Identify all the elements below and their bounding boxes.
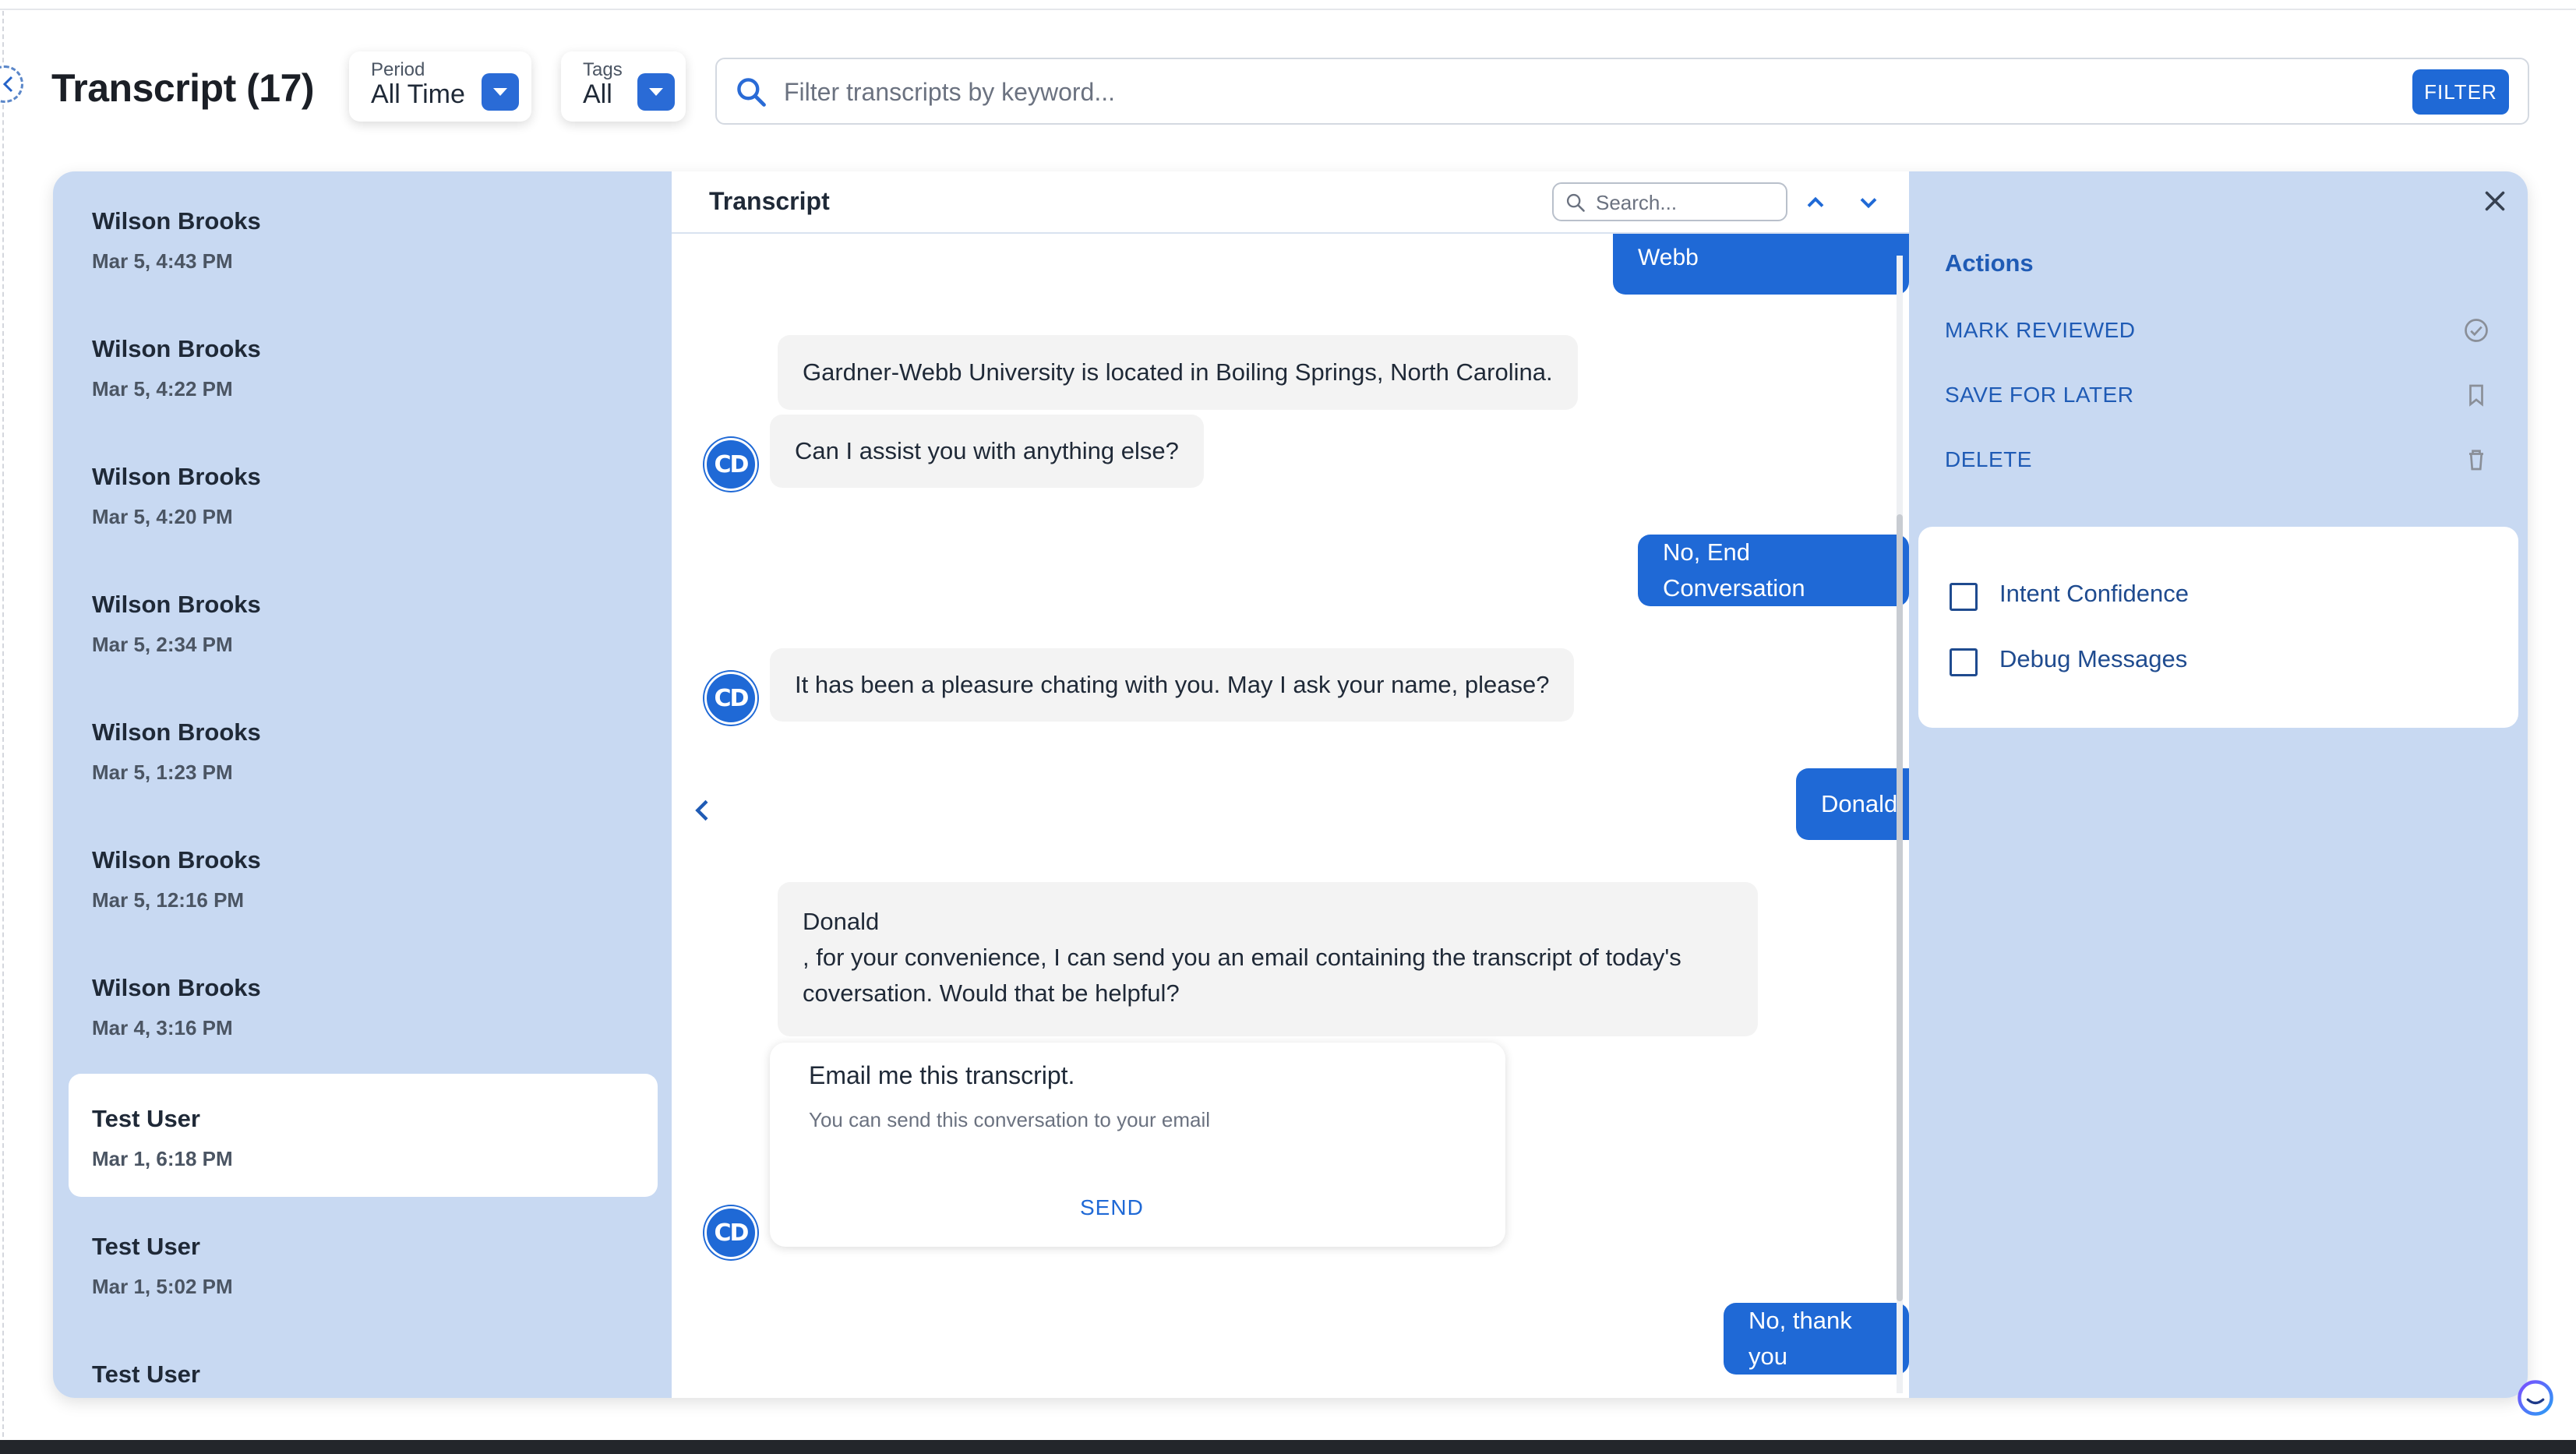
actions-title: Actions — [1945, 249, 2034, 277]
transcript-viewer-header: Transcript — [672, 171, 1909, 234]
keyword-filter-bar: FILTER — [715, 58, 2529, 125]
chevron-left-icon — [2, 76, 13, 93]
bookmark-icon — [2469, 384, 2483, 407]
transcript-date: Mar 1, 5:02 PM — [92, 1275, 233, 1298]
chevron-down-icon[interactable] — [1854, 189, 1883, 217]
delete-action[interactable]: DELETE — [1945, 441, 2490, 480]
user-message: Donald — [1796, 768, 1923, 840]
keyword-filter-input[interactable] — [784, 72, 2327, 112]
transcript-list-item[interactable]: Wilson Brooks Mar 5, 4:22 PM — [69, 304, 658, 427]
debug-messages-checkbox[interactable] — [1950, 648, 1978, 676]
bot-message-line: Donald — [803, 908, 880, 935]
intent-confidence-option[interactable]: Intent Confidence — [1950, 577, 2417, 616]
debug-messages-option[interactable]: Debug Messages — [1950, 642, 2417, 681]
page-title: Transcript (17) — [51, 66, 315, 110]
transcript-user-name: Test User — [92, 1360, 200, 1388]
intent-confidence-checkbox[interactable] — [1950, 583, 1978, 611]
search-icon — [1566, 193, 1585, 212]
transcript-date: Mar 1, 6:18 PM — [92, 1147, 233, 1170]
period-value: All Time — [371, 79, 465, 109]
transcript-date: Mar 5, 4:20 PM — [92, 505, 233, 528]
transcript-date: Mar 5, 4:22 PM — [92, 377, 233, 401]
debug-messages-label: Debug Messages — [1999, 645, 2188, 672]
transcript-list-item[interactable]: Wilson Brooks Mar 5, 4:20 PM — [69, 432, 658, 555]
email-card-title: Email me this transcript. — [809, 1061, 1075, 1089]
debug-options-card: Intent Confidence Debug Messages — [1918, 527, 2518, 728]
filter-button[interactable]: FILTER — [2412, 69, 2509, 115]
transcript-date: Mar 5, 2:34 PM — [92, 633, 233, 656]
transcript-list-item[interactable]: Wilson Brooks Mar 5, 1:23 PM — [69, 687, 658, 810]
bot-message-multiline: Donald , for your convenience, I can sen… — [778, 882, 1758, 1036]
transcript-user-name: Wilson Brooks — [92, 974, 261, 1001]
intent-confidence-label: Intent Confidence — [1999, 580, 2190, 607]
email-transcript-card: Email me this transcript. You can send t… — [770, 1043, 1505, 1247]
bot-message: Can I assist you with anything else? — [770, 415, 1204, 488]
user-message: No, thank you — [1724, 1303, 1909, 1375]
transcript-list-item-selected[interactable]: Test User Mar 1, 6:18 PM — [69, 1074, 658, 1197]
tags-dropdown[interactable]: Tags All — [561, 51, 686, 122]
bot-avatar: CD — [704, 672, 757, 725]
period-dropdown[interactable]: Period All Time — [349, 51, 531, 122]
bot-message: Gardner-Webb University is located in Bo… — [778, 335, 1578, 410]
transcript-viewer-title: Transcript — [709, 187, 830, 215]
delete-label: DELETE — [1945, 447, 2032, 471]
tags-value: All — [583, 79, 612, 109]
chat-assistant-icon[interactable] — [2515, 1378, 2556, 1418]
bot-avatar: CD — [704, 1206, 757, 1259]
check-circle-icon — [2465, 319, 2488, 342]
transcript-date: Mar 4, 3:16 PM — [92, 1016, 233, 1039]
transcript-search-box — [1552, 182, 1787, 221]
chevron-up-icon[interactable] — [1801, 189, 1830, 217]
trash-icon — [2469, 450, 2483, 471]
bottom-bar — [0, 1440, 2576, 1454]
transcript-list-item[interactable]: Test User — [69, 1329, 658, 1398]
transcript-viewer: Where is Gardner-Webb Gardner-Webb Unive… — [672, 171, 1923, 1398]
close-icon[interactable] — [2481, 187, 2509, 215]
expand-nav-handle[interactable] — [0, 65, 23, 103]
user-message: No, End Conversation — [1638, 535, 1909, 606]
email-card-subtitle: You can send this conversation to your e… — [809, 1108, 1211, 1131]
mark-reviewed-label: MARK REVIEWED — [1945, 318, 2136, 342]
transcript-user-name: Wilson Brooks — [92, 335, 261, 362]
chevron-left-icon[interactable] — [687, 795, 718, 826]
transcript-date: Mar 5, 12:16 PM — [92, 888, 245, 912]
chat-scrollbar-thumb[interactable] — [1897, 514, 1903, 1301]
transcript-list-item[interactable]: Wilson Brooks Mar 5, 2:34 PM — [69, 559, 658, 683]
save-for-later-label: SAVE FOR LATER — [1945, 383, 2134, 407]
tags-label: Tags — [583, 59, 623, 80]
transcript-user-name: Test User — [92, 1233, 200, 1260]
transcript-search-input[interactable] — [1596, 190, 1775, 215]
transcript-list-item[interactable]: Wilson Brooks Mar 5, 4:43 PM — [69, 176, 658, 299]
bot-message-line: , for your convenience, I can send you a… — [803, 944, 1681, 971]
mark-reviewed-action[interactable]: MARK REVIEWED — [1945, 312, 2490, 351]
period-label: Period — [371, 59, 425, 80]
transcript-user-name: Wilson Brooks — [92, 463, 261, 490]
send-email-button[interactable]: SEND — [1080, 1195, 1144, 1220]
transcript-date: Mar 5, 1:23 PM — [92, 761, 233, 784]
transcript-user-name: Wilson Brooks — [92, 718, 261, 746]
save-for-later-action[interactable]: SAVE FOR LATER — [1945, 376, 2490, 415]
bot-avatar: CD — [704, 438, 757, 491]
transcript-list: Wilson Brooks Mar 5, 4:43 PM Wilson Broo… — [53, 171, 672, 1398]
caret-down-icon[interactable] — [637, 73, 675, 111]
transcript-user-name: Wilson Brooks — [92, 207, 261, 235]
transcript-user-name: Wilson Brooks — [92, 591, 261, 618]
transcript-date: Mar 5, 4:43 PM — [92, 249, 233, 273]
left-edge-guide — [2, 11, 4, 1437]
top-divider — [0, 9, 2576, 10]
transcript-list-item[interactable]: Wilson Brooks Mar 4, 3:16 PM — [69, 943, 658, 1066]
transcript-list-item[interactable]: Wilson Brooks Mar 5, 12:16 PM — [69, 815, 658, 938]
bot-message: It has been a pleasure chating with you.… — [770, 648, 1575, 722]
transcript-user-name: Wilson Brooks — [92, 846, 261, 873]
actions-panel: Actions MARK REVIEWED SAVE FOR LATER DEL… — [1909, 171, 2528, 1398]
bot-message-line: coversation. Would that be helpful? — [803, 979, 1180, 1007]
transcript-user-name: Test User — [92, 1105, 200, 1132]
transcript-list-item[interactable]: Test User Mar 1, 5:02 PM — [69, 1202, 658, 1325]
caret-down-icon[interactable] — [482, 73, 519, 111]
search-icon — [737, 78, 766, 107]
transcript-workspace: Wilson Brooks Mar 5, 4:43 PM Wilson Broo… — [53, 171, 2528, 1398]
